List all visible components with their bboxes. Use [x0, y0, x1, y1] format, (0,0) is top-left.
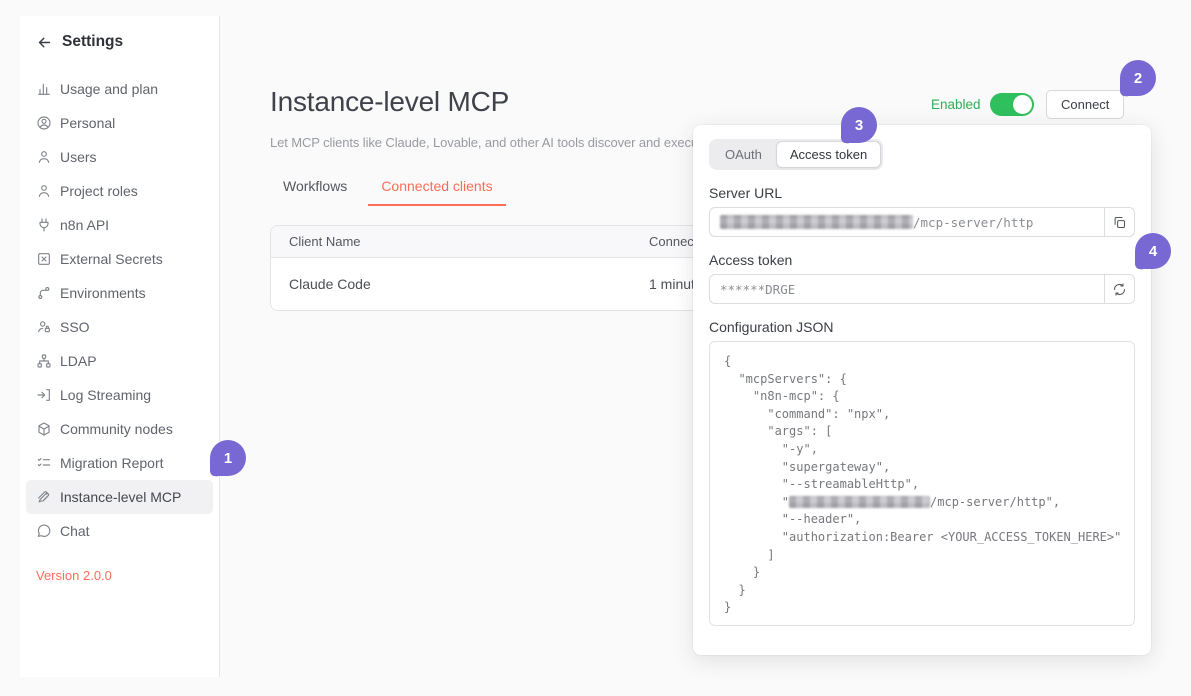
- mcp-tabs: Workflows Connected clients: [270, 172, 506, 206]
- annotation-badge-3: 3: [841, 107, 877, 143]
- sidebar-item-sso[interactable]: SSO: [26, 310, 213, 344]
- config-json-label: Configuration JSON: [709, 319, 1135, 335]
- version-label: Version 2.0.0: [36, 568, 213, 583]
- sidebar-item-label: Users: [60, 149, 97, 165]
- sidebar-item-n8n-api[interactable]: n8n API: [26, 208, 213, 242]
- sidebar-item-users[interactable]: Users: [26, 140, 213, 174]
- tab-workflows[interactable]: Workflows: [270, 172, 360, 206]
- sidebar-item-label: Log Streaming: [60, 387, 151, 403]
- sidebar-item-label: SSO: [60, 319, 90, 335]
- connect-button[interactable]: Connect: [1046, 90, 1124, 119]
- enabled-status-label: Enabled: [931, 97, 981, 112]
- settings-sidebar: Settings Usage and plan Personal Users P…: [20, 16, 220, 677]
- tab-oauth[interactable]: OAuth: [711, 141, 776, 168]
- user-icon: [36, 149, 52, 165]
- regenerate-token-button[interactable]: [1104, 275, 1134, 303]
- box-x-icon: [36, 251, 52, 267]
- toggle-knob: [1013, 95, 1032, 114]
- settings-title: Settings: [62, 33, 123, 51]
- redacted-url: [789, 496, 930, 508]
- sidebar-item-external-secrets[interactable]: External Secrets: [26, 242, 213, 276]
- sidebar-item-label: Project roles: [60, 183, 138, 199]
- log-stream-icon: [36, 387, 52, 403]
- sidebar-item-label: n8n API: [60, 217, 109, 233]
- page-title: Instance-level MCP: [270, 86, 509, 118]
- sidebar-item-community-nodes[interactable]: Community nodes: [26, 412, 213, 446]
- column-header-client-name: Client Name: [271, 234, 649, 249]
- sidebar-item-instance-level-mcp[interactable]: Instance-level MCP: [26, 480, 213, 514]
- bar-chart-icon: [36, 81, 52, 97]
- server-url-suffix: /mcp-server/http: [913, 215, 1033, 230]
- connect-popover: OAuth Access token Server URL /mcp-serve…: [693, 125, 1151, 655]
- git-branch-icon: [36, 285, 52, 301]
- annotation-badge-4: 4: [1135, 233, 1171, 269]
- server-url-field[interactable]: /mcp-server/http: [709, 207, 1135, 237]
- copy-icon: [1112, 215, 1127, 230]
- sidebar-item-migration-report[interactable]: Migration Report: [26, 446, 213, 480]
- cube-icon: [36, 421, 52, 437]
- access-token-label: Access token: [709, 252, 1135, 268]
- sidebar-item-label: LDAP: [60, 353, 97, 369]
- back-arrow-icon: [36, 34, 53, 51]
- user-circle-icon: [36, 115, 52, 131]
- sidebar-item-environments[interactable]: Environments: [26, 276, 213, 310]
- annotation-badge-2: 2: [1120, 60, 1156, 96]
- sidebar-item-chat[interactable]: Chat: [26, 514, 213, 548]
- sidebar-item-label: Chat: [60, 523, 90, 539]
- sidebar-item-log-streaming[interactable]: Log Streaming: [26, 378, 213, 412]
- sidebar-item-ldap[interactable]: LDAP: [26, 344, 213, 378]
- hierarchy-icon: [36, 353, 52, 369]
- cell-client-name: Claude Code: [271, 276, 649, 292]
- plug-icon: [36, 217, 52, 233]
- checklist-icon: [36, 455, 52, 471]
- sidebar-item-label: Instance-level MCP: [60, 489, 181, 505]
- settings-back[interactable]: Settings: [26, 30, 213, 54]
- sidebar-item-usage-and-plan[interactable]: Usage and plan: [26, 72, 213, 106]
- sidebar-item-label: External Secrets: [60, 251, 163, 267]
- server-url-value: /mcp-server/http: [710, 208, 1104, 236]
- sidebar-item-label: Personal: [60, 115, 115, 131]
- tab-access-token[interactable]: Access token: [776, 141, 881, 168]
- mcp-icon: [36, 489, 52, 505]
- server-url-label: Server URL: [709, 185, 1135, 201]
- mcp-enabled-toggle[interactable]: [990, 93, 1034, 116]
- auth-method-switch: OAuth Access token: [709, 139, 883, 170]
- config-json-code: { "mcpServers": { "n8n-mcp": { "command"…: [709, 341, 1135, 626]
- user-icon: [36, 183, 52, 199]
- sidebar-item-label: Environments: [60, 285, 146, 301]
- access-token-value: ******DRGE: [710, 275, 1104, 303]
- copy-url-button[interactable]: [1104, 208, 1134, 236]
- annotation-badge-1: 1: [210, 440, 246, 476]
- chat-bubble-icon: [36, 523, 52, 539]
- sidebar-item-label: Migration Report: [60, 455, 164, 471]
- refresh-icon: [1112, 282, 1127, 297]
- redacted-url: [720, 215, 913, 229]
- user-key-icon: [36, 319, 52, 335]
- tab-connected-clients[interactable]: Connected clients: [368, 172, 505, 206]
- sidebar-item-personal[interactable]: Personal: [26, 106, 213, 140]
- sidebar-item-project-roles[interactable]: Project roles: [26, 174, 213, 208]
- sidebar-item-label: Usage and plan: [60, 81, 158, 97]
- sidebar-item-label: Community nodes: [60, 421, 173, 437]
- access-token-field[interactable]: ******DRGE: [709, 274, 1135, 304]
